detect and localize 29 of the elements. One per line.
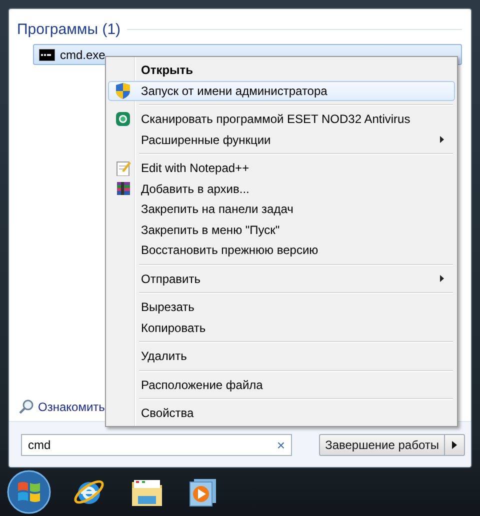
menu-item[interactable]: Закрепить в меню "Пуск" [108, 220, 455, 240]
scanner-icon [116, 112, 130, 126]
menu-item[interactable]: Удалить [108, 346, 455, 366]
shield-icon [116, 82, 130, 99]
archive-icon [116, 181, 130, 196]
menu-item[interactable]: Отправить [108, 268, 455, 289]
section-heading: Программы (1) [17, 21, 121, 38]
menu-item[interactable]: Edit with Notepad++ [108, 158, 455, 178]
menu-item[interactable]: Добавить в архив... [108, 178, 455, 199]
media-player-icon[interactable] [188, 476, 218, 508]
menu-item[interactable]: Сканировать программой ESET NOD32 Antivirus [108, 109, 455, 130]
menu-item[interactable]: Расширенные функции [108, 130, 455, 150]
start-button[interactable] [6, 469, 52, 515]
menu-item[interactable]: Копировать [108, 318, 455, 338]
search-field[interactable]: cmd × [21, 434, 292, 456]
console-icon [39, 48, 55, 60]
menu-item[interactable]: Восстановить прежнюю версию [108, 240, 455, 260]
notepad-icon [116, 160, 130, 176]
clear-button[interactable]: × [276, 436, 285, 452]
see-more-link[interactable]: Ознакомить [38, 400, 105, 414]
menu-item[interactable]: Запуск от имени администратора [108, 80, 455, 101]
shutdown-options-button[interactable] [445, 434, 465, 456]
arrow-icon [452, 440, 457, 448]
search-icon [18, 399, 34, 415]
menu-item[interactable]: Свойства [108, 403, 455, 424]
menu-item[interactable]: Закрепить на панели задач [108, 199, 455, 220]
shutdown-button[interactable]: Завершение работы [319, 434, 445, 456]
menu-item[interactable]: Вырезать [108, 297, 455, 318]
menu-item[interactable]: Расположение файла [108, 374, 455, 395]
